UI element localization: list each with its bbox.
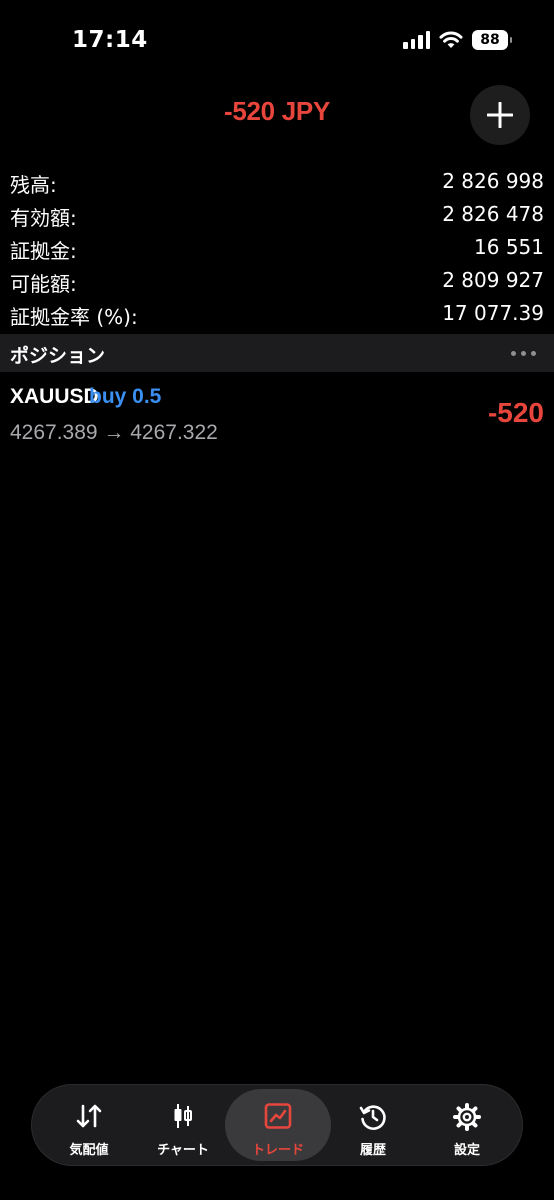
tab-chart[interactable]: チャート (134, 1085, 232, 1165)
tab-trade[interactable]: トレード (225, 1085, 331, 1165)
status-bar: 17:14 88 (0, 0, 554, 80)
position-side-volume: buy 0.5 (89, 385, 162, 408)
balance-value: 2 826 998 (442, 169, 544, 193)
new-order-button[interactable] (470, 85, 530, 145)
gear-icon (453, 1103, 481, 1131)
quotes-arrows-icon (76, 1104, 102, 1128)
tab-history-label: 履歴 (359, 1143, 386, 1158)
bottom-tab-bar: 気配値 チャート トレード 履歴 設定 (31, 1084, 523, 1166)
history-clock-icon (359, 1105, 386, 1130)
position-symbol: XAUUSD (10, 385, 99, 408)
tab-chart-label: チャート (157, 1143, 209, 1158)
equity-value: 2 826 478 (442, 202, 544, 226)
plus-icon (487, 102, 513, 128)
status-icons: 88 (403, 30, 512, 50)
ellipsis-icon[interactable] (511, 351, 536, 356)
equity-row: 有効額: 2 826 478 (0, 199, 554, 232)
tab-settings-label: 設定 (453, 1143, 480, 1158)
tab-history[interactable]: 履歴 (324, 1085, 422, 1165)
positions-section-header: ポジション (0, 334, 554, 372)
candlestick-icon (174, 1104, 192, 1128)
status-time: 17:14 (72, 27, 148, 53)
positions-section-title: ポジション (10, 345, 106, 367)
account-summary: 残高: 2 826 998 有効額: 2 826 478 証拠金: 16 551… (0, 166, 554, 331)
equity-label: 有効額: (10, 206, 77, 230)
margin-level-label: 証拠金率 (%): (10, 305, 138, 329)
margin-level-value: 17 077.39 (442, 301, 544, 325)
balance-row: 残高: 2 826 998 (0, 166, 554, 199)
free-margin-label: 可能額: (10, 272, 77, 296)
battery-indicator: 88 (472, 30, 512, 50)
trade-chart-icon (264, 1103, 292, 1129)
tab-quotes[interactable]: 気配値 (40, 1085, 138, 1165)
balance-label: 残高: (10, 173, 57, 197)
margin-value: 16 551 (474, 235, 544, 259)
position-prices: 4267.389 → 4267.322 (10, 421, 218, 444)
free-margin-row: 可能額: 2 809 927 (0, 265, 554, 298)
position-row[interactable]: XAUUSD buy 0.5 4267.389 → 4267.322 -520 (0, 380, 554, 450)
cellular-signal-icon (403, 31, 430, 49)
margin-level-row: 証拠金率 (%): 17 077.39 (0, 298, 554, 331)
tab-settings[interactable]: 設定 (418, 1085, 516, 1165)
free-margin-value: 2 809 927 (442, 268, 544, 292)
tab-quotes-label: 気配値 (69, 1143, 109, 1158)
tab-trade-label: トレード (251, 1143, 304, 1158)
margin-label: 証拠金: (10, 239, 77, 263)
margin-row: 証拠金: 16 551 (0, 232, 554, 265)
wifi-icon (439, 31, 463, 48)
position-profit: -520 (487, 397, 544, 428)
